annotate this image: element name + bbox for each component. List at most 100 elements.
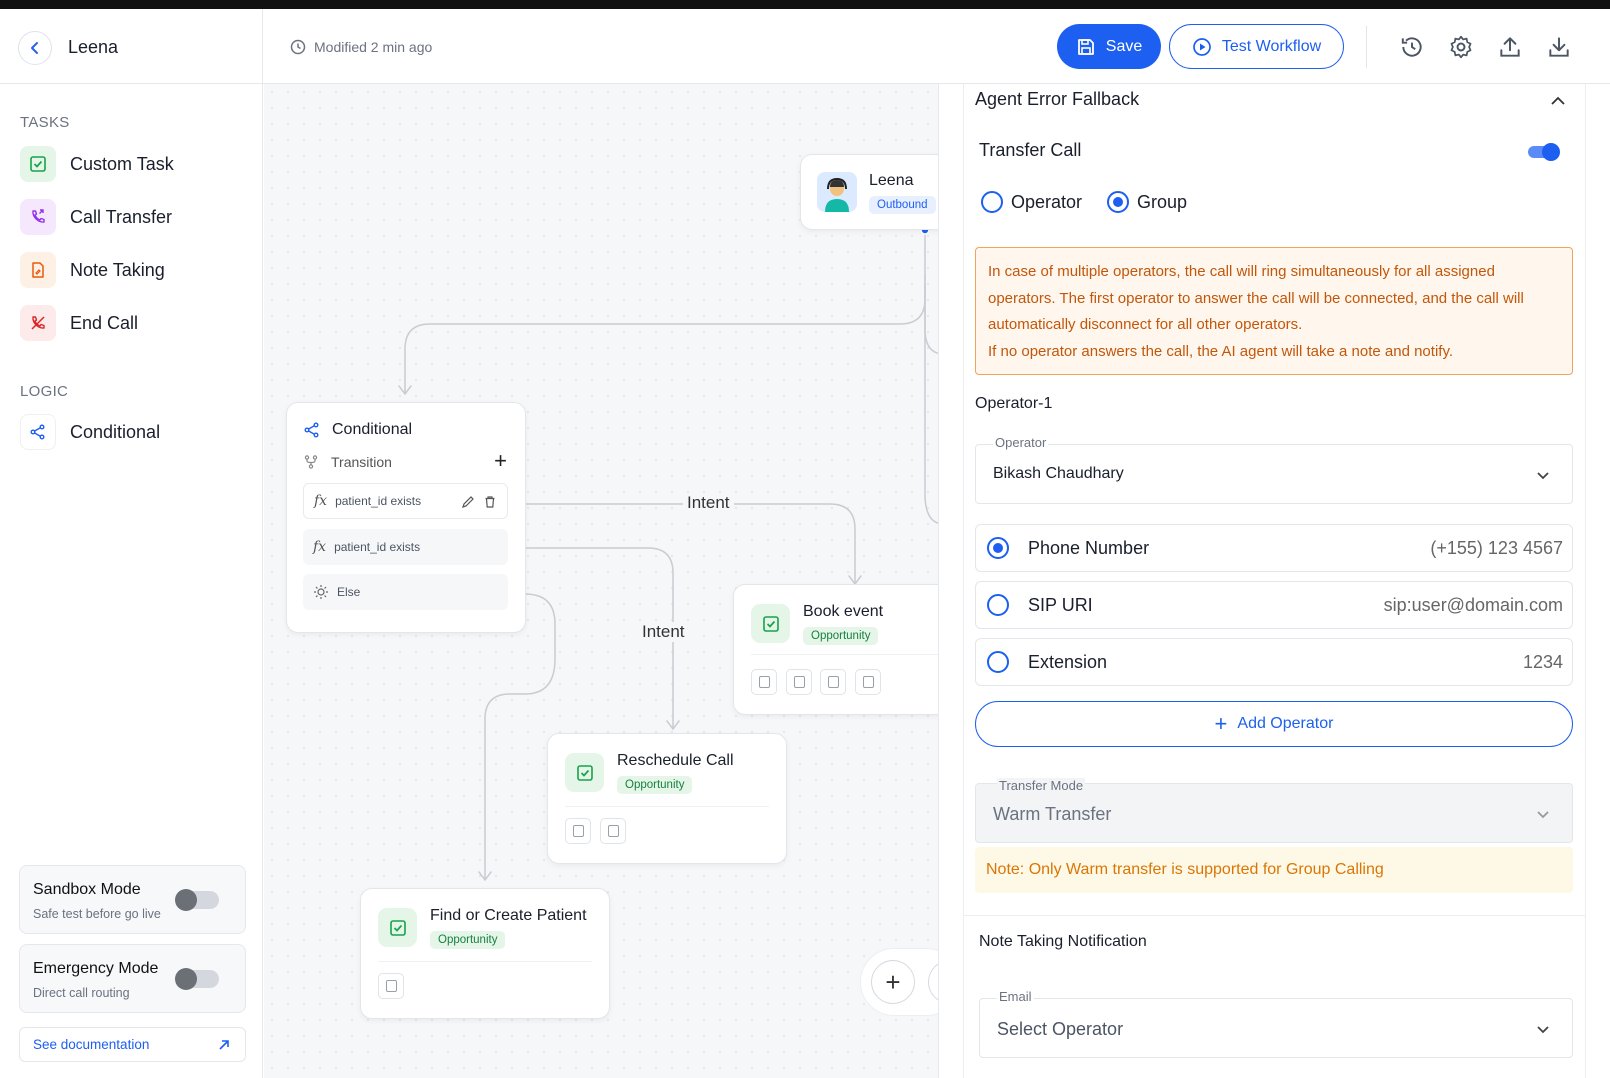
header-divider-2 <box>1366 26 1367 68</box>
workflow-canvas[interactable]: Intent Intent Leena Outbound Conditional… <box>264 84 938 1078</box>
phone-transfer-icon <box>20 199 56 235</box>
condition-row[interactable]: fx patient_id exists <box>303 529 508 565</box>
phone-number-value: (+155) 123 4567 <box>1430 538 1563 558</box>
add-transition-button[interactable]: + <box>494 448 507 474</box>
sidebar-item-call-transfer[interactable]: Call Transfer <box>20 199 172 235</box>
modified-status: Modified 2 min ago <box>290 39 432 55</box>
tool-chip[interactable] <box>378 973 404 999</box>
logic-section-label: LOGIC <box>20 383 69 400</box>
tool-chip[interactable] <box>786 669 812 695</box>
note-icon <box>20 252 56 288</box>
conditional-node-title: Conditional <box>332 421 413 438</box>
node-divider <box>751 654 938 655</box>
sandbox-mode-subtitle: Safe test before go live <box>33 907 161 921</box>
emergency-mode-subtitle: Direct call routing <box>33 986 130 1000</box>
emergency-mode-title: Emergency Mode <box>33 960 159 977</box>
download-icon[interactable] <box>1546 34 1572 60</box>
task-node-find-or-create-patient[interactable]: Find or Create Patient Opportunity <box>360 888 610 1019</box>
operator-value: Bikash Chaudhary <box>993 465 1124 482</box>
sidebar-item-label: End Call <box>70 312 139 333</box>
email-field-label: Email <box>997 989 1034 1004</box>
agent-avatar-icon <box>817 172 857 212</box>
node-title: Find or Create Patient <box>430 907 587 924</box>
operator-field-label: Operator <box>993 435 1049 450</box>
sidebar-item-label: Custom Task <box>70 153 174 174</box>
tasks-section-label: TASKS <box>20 114 70 131</box>
panel-title: Agent Error Fallback <box>975 89 1140 109</box>
agent-node-name: Leena <box>869 172 914 189</box>
transition-icon <box>304 455 318 469</box>
radio-operator-option[interactable]: Operator <box>981 191 1082 213</box>
transfer-mode-label: Transfer Mode <box>997 778 1086 793</box>
task-node-reschedule-call[interactable]: Reschedule Call Opportunity <box>547 733 787 864</box>
sandbox-mode-toggle[interactable] <box>175 889 219 911</box>
tool-chip[interactable] <box>600 818 626 844</box>
edge-label-intent-1: Intent <box>683 493 734 513</box>
history-icon[interactable] <box>1399 34 1425 60</box>
play-circle-icon <box>1193 37 1211 56</box>
modified-text: Modified 2 min ago <box>314 39 433 55</box>
tool-chip[interactable] <box>855 669 881 695</box>
sidebar-item-conditional[interactable]: Conditional <box>20 414 160 450</box>
header-divider <box>262 9 263 84</box>
app-title: Leena <box>68 37 119 57</box>
see-documentation-link[interactable]: See documentation <box>19 1027 246 1062</box>
task-node-book-event[interactable]: Book event Opportunity <box>733 584 938 715</box>
save-button[interactable]: Save <box>1057 24 1161 69</box>
agent-node-leena[interactable]: Leena Outbound <box>800 154 938 230</box>
sidebar-item-end-call[interactable]: End Call <box>20 305 138 341</box>
phone-number-option[interactable]: Phone Number (+155) 123 4567 <box>975 524 1573 572</box>
save-label: Save <box>1105 37 1143 55</box>
email-operator-select[interactable]: Email Select Operator <box>979 989 1573 1058</box>
upload-icon[interactable] <box>1497 34 1523 60</box>
radio-sip-uri[interactable] <box>987 594 1009 616</box>
sidebar-item-custom-task[interactable]: Custom Task <box>20 146 174 182</box>
opportunity-badge: Opportunity <box>803 627 879 645</box>
emergency-mode-toggle[interactable] <box>175 968 219 990</box>
chevron-up-icon[interactable] <box>1549 92 1567 110</box>
condition-row-else[interactable]: Else <box>303 574 508 610</box>
add-node-button[interactable]: + <box>871 960 915 1004</box>
config-panel: Agent Error Fallback Transfer Call Opera… <box>938 84 1610 1078</box>
radio-group[interactable] <box>1107 191 1129 213</box>
checkbox-icon <box>20 146 56 182</box>
node-title: Reschedule Call <box>617 752 734 769</box>
conditional-node[interactable]: Conditional Transition + fx patient_id e… <box>286 402 526 633</box>
add-operator-button[interactable]: + Add Operator <box>975 701 1573 747</box>
sip-uri-option[interactable]: SIP URI sip:user@domain.com <box>975 581 1573 629</box>
radio-group-option[interactable]: Group <box>1107 191 1187 213</box>
trash-icon[interactable] <box>483 495 497 509</box>
tool-chip[interactable] <box>820 669 846 695</box>
plus-icon: + <box>1214 711 1228 736</box>
note-taking-heading: Note Taking Notification <box>979 933 1147 950</box>
chevron-down-icon <box>1537 811 1549 819</box>
warning-text-2: If no operator answers the call, the AI … <box>988 342 1453 360</box>
section-divider <box>964 915 1586 916</box>
sun-icon <box>314 585 328 599</box>
transfer-mode-select[interactable]: Transfer Mode Warm Transfer <box>975 778 1573 843</box>
emergency-mode-card: Emergency Mode Direct call routing <box>19 944 246 1013</box>
top-header: Leena Modified 2 min ago Save Test Workf… <box>0 9 1610 84</box>
transfer-call-toggle[interactable] <box>1528 143 1560 161</box>
condition-row[interactable]: fx patient_id exists <box>303 483 508 519</box>
transfer-mode-value: Warm Transfer <box>993 804 1112 824</box>
tool-chip[interactable] <box>565 818 591 844</box>
condition-text: Else <box>337 585 361 599</box>
edit-pencil-icon[interactable] <box>461 495 475 509</box>
extension-option[interactable]: Extension 1234 <box>975 638 1573 686</box>
chevron-down-icon <box>1537 472 1549 480</box>
radio-phone-number[interactable] <box>987 537 1009 559</box>
settings-gear-icon[interactable] <box>1448 34 1474 60</box>
sidebar-item-note-taking[interactable]: Note Taking <box>20 252 165 288</box>
back-button[interactable] <box>18 31 52 65</box>
operator-select[interactable]: Operator Bikash Chaudhary <box>975 435 1573 504</box>
opportunity-badge: Opportunity <box>617 776 693 794</box>
tool-chip[interactable] <box>751 669 777 695</box>
sidebar: TASKS Custom Task Call Transfer Note Tak… <box>0 84 263 1078</box>
test-workflow-button[interactable]: Test Workflow <box>1169 24 1344 69</box>
radio-operator[interactable] <box>981 191 1003 213</box>
condition-text: patient_id exists <box>335 494 422 508</box>
save-icon <box>1077 38 1094 55</box>
transfer-call-label: Transfer Call <box>979 140 1082 160</box>
radio-extension[interactable] <box>987 651 1009 673</box>
